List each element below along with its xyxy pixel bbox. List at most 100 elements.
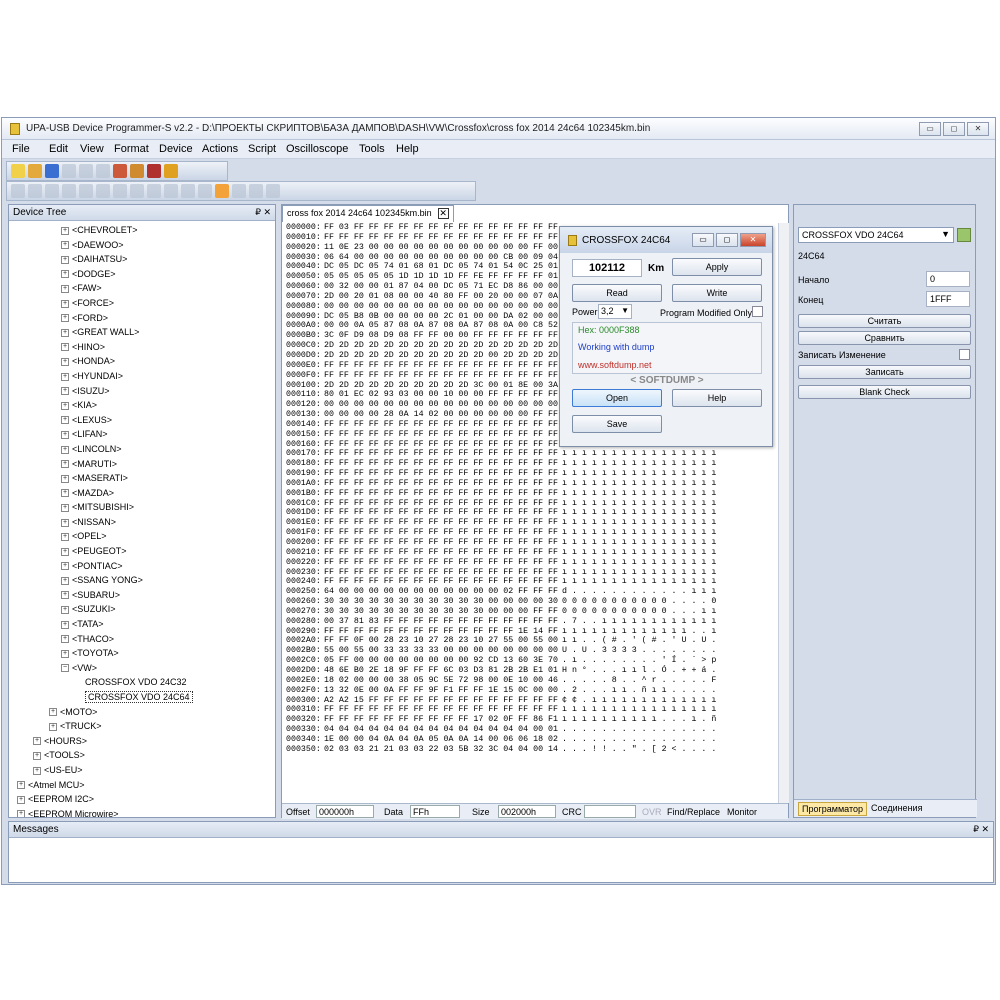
expand-icon[interactable]: +: [49, 708, 57, 717]
refresh-icon[interactable]: [957, 228, 971, 242]
tree-item[interactable]: + <DAIHATSU>: [9, 252, 275, 267]
rows-icon[interactable]: [181, 184, 195, 198]
hex-ascii[interactable]: ı ı ı ı ı ı ı ı ı ı ı ı ı ı ı ı: [562, 558, 716, 568]
save-dump-button[interactable]: Save: [572, 415, 662, 433]
hex-bytes[interactable]: FF FF FF FF FF FF FF FF FF FF FF FF FF 1…: [324, 627, 558, 637]
hex-ascii[interactable]: . . . . . 8 . . ^ r . . . . . F: [562, 676, 716, 686]
monitor-link[interactable]: Monitor: [727, 807, 757, 817]
hex-bytes[interactable]: FF FF FF FF FF FF FF FF FF FF FF FF FF F…: [324, 577, 558, 587]
start-input[interactable]: 0: [926, 271, 970, 287]
expand-icon[interactable]: +: [61, 576, 69, 585]
hex-bytes[interactable]: 13 32 0E 00 0A FF FF 9F F1 FF FF 1E 15 0…: [324, 686, 558, 696]
read-button[interactable]: Считать: [798, 314, 971, 328]
hex-bytes[interactable]: 2D 2D 2D 2D 2D 2D 2D 2D 2D 2D 2D 2D 2D 2…: [324, 341, 558, 351]
hex-bytes[interactable]: DC 05 B8 0B 00 00 00 00 2C 01 00 00 DA 0…: [324, 312, 558, 322]
device-icon[interactable]: [130, 164, 144, 178]
tree-item[interactable]: + <THACO>: [9, 632, 275, 647]
blank-check-button[interactable]: Blank Check: [798, 385, 971, 399]
hex-bytes[interactable]: FF FF FF FF FF FF FF FF FF FF FF FF FF F…: [324, 705, 558, 715]
tree-item[interactable]: + <DODGE>: [9, 267, 275, 282]
expand-icon[interactable]: +: [61, 372, 69, 381]
hex-ascii[interactable]: . 2 . . . ı ı . ñ ı ı . . . . .: [562, 686, 716, 696]
expand-icon[interactable]: +: [61, 445, 69, 454]
hex-ascii[interactable]: ı ı ı ı ı ı ı ı ı ı . . . ı . ñ: [562, 715, 716, 725]
hex-bytes[interactable]: 05 05 05 05 05 1D 1D 1D 1D FF FE FF FF F…: [324, 272, 558, 282]
expand-icon[interactable]: +: [61, 591, 69, 600]
compare-button[interactable]: Сравнить: [798, 331, 971, 345]
hex-ascii[interactable]: . . . ! ! . . " . [ 2 < . . . .: [562, 745, 716, 755]
menu-script[interactable]: Script: [248, 143, 276, 155]
tree-item[interactable]: + <NISSAN>: [9, 515, 275, 530]
hex-bytes[interactable]: 00 37 81 83 FF FF FF FF FF FF FF FF FF F…: [324, 617, 558, 627]
tree-item[interactable]: + <LIFAN>: [9, 427, 275, 442]
maximize-button[interactable]: ◻: [943, 122, 965, 136]
hex-ascii[interactable]: ı ı ı ı ı ı ı ı ı ı ı ı ı ı ı ı: [562, 577, 716, 587]
tree-item[interactable]: + <Atmel MCU>: [9, 778, 275, 793]
find-icon[interactable]: [130, 184, 144, 198]
tree-item[interactable]: + <ISUZU>: [9, 384, 275, 399]
open-folder-icon[interactable]: [28, 164, 42, 178]
tree-item[interactable]: + <KIA>: [9, 398, 275, 413]
hex-ascii[interactable]: ı ı ı ı ı ı ı ı ı ı ı ı ı ı ı ı: [562, 705, 716, 715]
tree-item[interactable]: + <LINCOLN>: [9, 442, 275, 457]
hex-ascii[interactable]: ı ı ı ı ı ı ı ı ı ı ı ı ı ı ı ı: [562, 538, 716, 548]
expand-icon[interactable]: +: [61, 357, 69, 366]
hex-bytes[interactable]: FF FF FF FF FF FF FF FF FF FF FF FF FF F…: [324, 430, 558, 440]
hex-bytes[interactable]: 80 01 EC 02 93 03 00 00 10 00 00 FF FF F…: [324, 390, 558, 400]
hex-ascii[interactable]: ı ı ı ı ı ı ı ı ı ı ı ı ı ı ı ı: [562, 459, 716, 469]
expand-icon[interactable]: +: [61, 270, 69, 279]
hex-ascii[interactable]: ı ı ı ı ı ı ı ı ı ı ı ı ı . . ı: [562, 627, 716, 637]
menu-view[interactable]: View: [80, 143, 104, 155]
first-icon[interactable]: [62, 184, 76, 198]
menu-actions[interactable]: Actions: [202, 143, 238, 155]
device-select[interactable]: CROSSFOX VDO 24C64 ▼: [798, 227, 954, 243]
tree-item[interactable]: + <HOURS>: [9, 734, 275, 749]
hex-ascii[interactable]: ı ı ı ı ı ı ı ı ı ı ı ı ı ı ı ı: [562, 548, 716, 558]
expand-icon[interactable]: +: [49, 722, 57, 731]
hex-ascii[interactable]: ı ı . . ( # . ' ( # . ' U . U .: [562, 636, 716, 646]
hex-bytes[interactable]: 30 30 30 30 30 30 30 30 30 30 30 00 00 0…: [324, 597, 558, 607]
find-replace-link[interactable]: Find/Replace: [667, 807, 720, 817]
tree-item[interactable]: + <SSANG YONG>: [9, 573, 275, 588]
hex-bytes[interactable]: FF FF FF FF FF FF FF FF FF FF FF FF FF F…: [324, 489, 558, 499]
expand-icon[interactable]: +: [61, 518, 69, 527]
pin-close-icon[interactable]: ₽ ✕: [255, 207, 271, 218]
expand-icon[interactable]: +: [61, 387, 69, 396]
expand-icon[interactable]: +: [61, 226, 69, 235]
write-dump-button[interactable]: Write: [672, 284, 762, 302]
expand-icon[interactable]: +: [61, 460, 69, 469]
bug-icon[interactable]: [147, 164, 161, 178]
hex-bytes[interactable]: FF FF FF FF FF FF FF FF FF FF FF FF FF F…: [324, 528, 558, 538]
expand-icon[interactable]: +: [61, 416, 69, 425]
tree-item[interactable]: + <PONTIAC>: [9, 559, 275, 574]
hex-bytes[interactable]: FF FF FF FF FF FF FF FF FF FF FF FF FF F…: [324, 508, 558, 518]
menu-device[interactable]: Device: [159, 143, 193, 155]
hex-bytes[interactable]: FF FF FF FF FF FF FF FF FF FF FF FF FF F…: [324, 440, 558, 450]
dialog-close-button[interactable]: ✕: [740, 233, 766, 247]
hex-ascii[interactable]: ı ı ı ı ı ı ı ı ı ı ı ı ı ı ı ı: [562, 479, 716, 489]
hex-ascii[interactable]: . 7 . . ı ı ı ı ı ı ı ı ı ı ı ı: [562, 617, 716, 627]
prev-icon[interactable]: [79, 184, 93, 198]
expand-icon[interactable]: +: [17, 810, 25, 817]
expand-icon[interactable]: +: [61, 314, 69, 323]
tree-item[interactable]: + <HONDA>: [9, 354, 275, 369]
tree-item[interactable]: + <MOTO>: [9, 705, 275, 720]
undo-icon[interactable]: [11, 184, 25, 198]
write-change-checkbox[interactable]: [959, 349, 970, 360]
hex-bytes[interactable]: 00 00 00 00 28 0A 14 02 00 00 00 00 00 0…: [324, 410, 558, 420]
tree-item[interactable]: + <MITSUBISHI>: [9, 500, 275, 515]
hex-bytes[interactable]: FF FF 0F 00 28 23 10 27 28 23 10 27 55 0…: [324, 636, 558, 646]
menu-format[interactable]: Format: [114, 143, 149, 155]
help-button[interactable]: Help: [672, 389, 762, 407]
tab-programmer[interactable]: Программатор: [798, 802, 867, 816]
messages-pin-close-icon[interactable]: ₽ ✕: [973, 824, 989, 835]
expand-icon[interactable]: +: [61, 606, 69, 615]
tree-item[interactable]: + <CHEVROLET>: [9, 223, 275, 238]
collapse-icon[interactable]: −: [61, 664, 69, 673]
close-button[interactable]: ✕: [967, 122, 989, 136]
hex-bytes[interactable]: 04 04 04 04 04 04 04 04 04 04 04 04 04 0…: [324, 725, 558, 735]
tree-item[interactable]: + <HINO>: [9, 340, 275, 355]
km-input[interactable]: 102112: [572, 259, 642, 277]
expand-icon[interactable]: +: [17, 795, 25, 804]
chip-icon[interactable]: [113, 164, 127, 178]
